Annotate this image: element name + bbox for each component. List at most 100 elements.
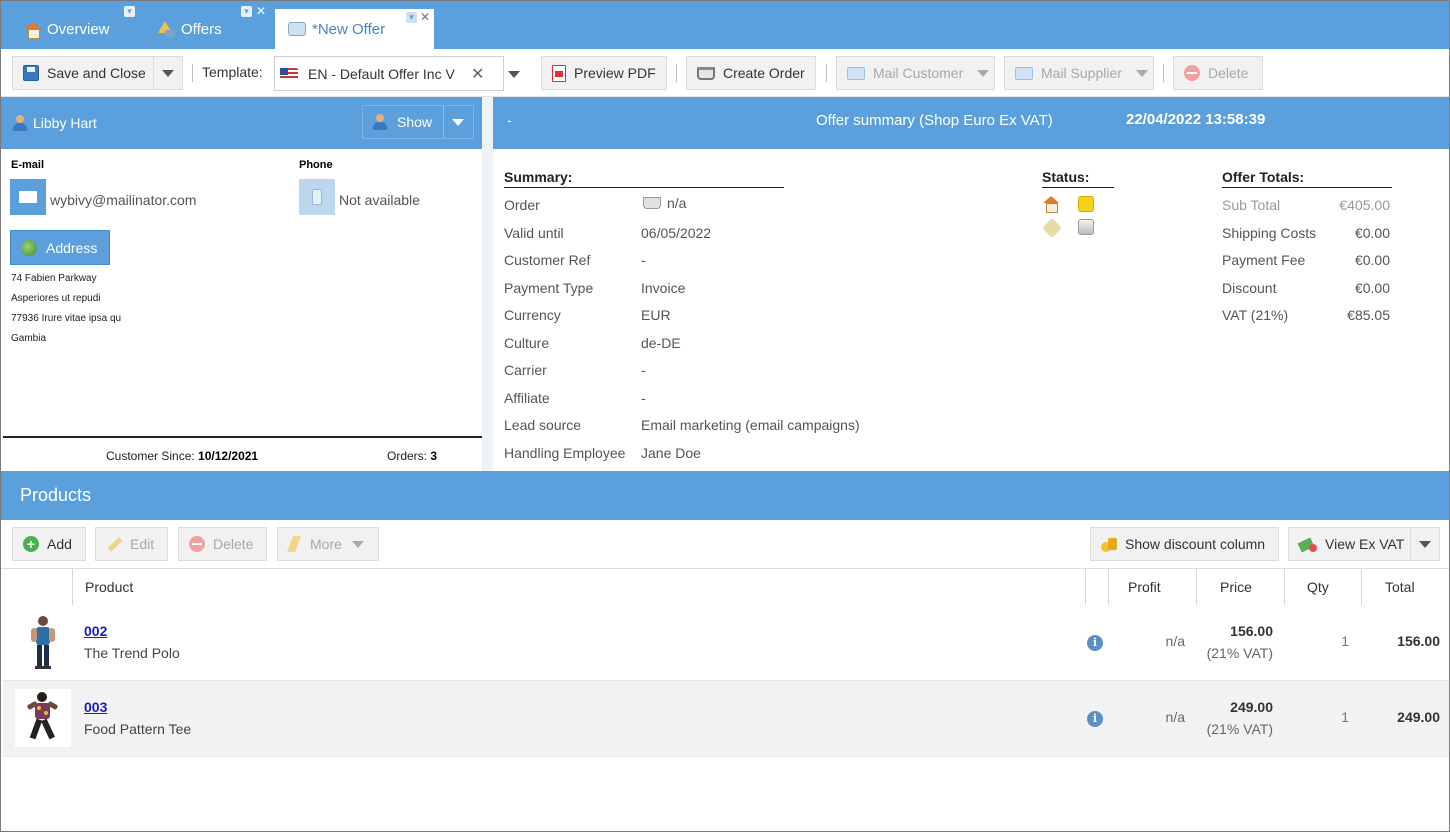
customer-header: Libby Hart Show <box>1 97 482 149</box>
chevron-down-icon <box>1135 69 1148 77</box>
pdf-icon <box>552 64 566 82</box>
customer-since-label: Customer Since: <box>106 449 195 463</box>
address-line: Gambia <box>11 333 47 344</box>
bolt-icon <box>288 536 302 552</box>
column-header-profit[interactable]: Profit <box>1128 579 1161 595</box>
chevron-down-icon[interactable] <box>452 119 464 126</box>
table-row[interactable]: 002 The Trend Polo i n/a 156.00 (21% VAT… <box>3 605 1449 681</box>
product-code-link[interactable]: 003 <box>84 699 107 715</box>
table-row[interactable]: 003 Food Pattern Tee i n/a 249.00 (21% V… <box>3 681 1449 757</box>
tab-offers[interactable]: Offers <box>157 9 222 49</box>
tab-new-offer-label: *New Offer <box>312 20 386 38</box>
address-button[interactable]: Address <box>10 230 110 265</box>
user-icon <box>373 114 387 130</box>
show-discount-column-button[interactable]: Show discount column <box>1090 527 1279 561</box>
status-section-rule <box>1042 187 1114 188</box>
basket-icon <box>643 197 661 209</box>
envelope-icon <box>19 191 37 203</box>
chevron-down-icon <box>162 69 174 77</box>
chevron-down-icon <box>1419 540 1431 548</box>
delete-offer-button[interactable]: Delete <box>1173 56 1263 90</box>
tab-overview-menu-icon[interactable]: ▾ <box>124 6 135 17</box>
summary-key: Culture <box>504 335 550 351</box>
info-icon[interactable]: i <box>1087 635 1103 651</box>
pencil-icon <box>106 536 122 552</box>
show-customer-label: Show <box>397 114 433 130</box>
customer-footer-divider <box>3 436 482 438</box>
summary-key: Affiliate <box>504 390 550 406</box>
edit-product-button[interactable]: Edit <box>95 527 168 561</box>
address-line: Asperiores ut repudi <box>11 293 101 304</box>
tab-bar: Overview ▾ Offers ▾ ✕ *New Offer ▾ ✕ <box>1 1 1449 49</box>
product-total: 249.00 <box>1397 709 1440 725</box>
mail-customer-button[interactable]: Mail Customer <box>836 56 995 90</box>
summary-value: - <box>641 390 646 406</box>
products-title: Products <box>20 485 92 505</box>
tab-new-offer[interactable]: *New Offer ▾ ✕ <box>275 9 434 49</box>
products-toolbar: + Add Edit Delete More Show discount col… <box>1 520 1449 569</box>
create-order-button[interactable]: Create Order <box>686 56 816 90</box>
home-icon <box>1043 196 1059 213</box>
summary-key: Lead source <box>504 417 582 433</box>
more-actions-button[interactable]: More <box>277 527 379 561</box>
tab-offers-close-icon[interactable]: ✕ <box>256 4 266 18</box>
show-customer-button[interactable]: Show <box>362 105 474 139</box>
email-label: E-mail <box>11 159 45 171</box>
column-header-qty[interactable]: Qty <box>1307 579 1329 595</box>
clear-template-icon[interactable]: ✕ <box>471 64 484 84</box>
phone-button[interactable] <box>299 179 335 215</box>
mail-icon <box>847 66 865 80</box>
info-icon[interactable]: i <box>1087 711 1103 727</box>
tab-overview[interactable]: Overview <box>25 9 110 49</box>
total-key: Shipping Costs <box>1222 225 1317 241</box>
customer-orders: Orders: 3 <box>387 449 437 463</box>
product-code-link[interactable]: 002 <box>84 623 107 639</box>
add-product-button[interactable]: + Add <box>12 527 86 561</box>
offer-datetime: 22/04/2022 13:58:39 <box>1126 111 1266 128</box>
save-and-close-button[interactable]: Save and Close <box>12 56 154 90</box>
tab-new-offer-close-icon[interactable]: ✕ <box>420 10 430 24</box>
product-image <box>27 692 58 740</box>
column-header-total[interactable]: Total <box>1385 579 1415 595</box>
customer-email[interactable]: wybivy@mailinator.com <box>50 192 196 208</box>
money-icon <box>1299 536 1317 552</box>
cart-icon <box>697 66 715 80</box>
column-header-price[interactable]: Price <box>1220 579 1252 595</box>
preview-pdf-button[interactable]: Preview PDF <box>541 56 667 90</box>
save-options-dropdown[interactable] <box>153 56 183 90</box>
mail-supplier-button[interactable]: Mail Supplier <box>1004 56 1154 90</box>
grey-status-icon <box>1078 219 1094 235</box>
preview-pdf-label: Preview PDF <box>574 65 656 81</box>
summary-value: EUR <box>641 307 671 323</box>
summary-value: 06/05/2022 <box>641 225 712 241</box>
offer-totals-rule <box>1222 187 1392 188</box>
summary-value: n/a <box>667 195 687 211</box>
chevron-down-icon[interactable] <box>508 71 520 78</box>
view-ex-vat-dropdown[interactable] <box>1410 527 1440 561</box>
product-thumbnail[interactable] <box>15 613 71 671</box>
offers-icon <box>157 21 175 37</box>
email-button[interactable] <box>10 179 46 215</box>
product-total: 156.00 <box>1397 633 1440 649</box>
tab-offers-menu-icon[interactable]: ▾ <box>241 6 252 17</box>
more-actions-label: More <box>310 536 342 552</box>
template-select[interactable]: EN - Default Offer Inc V ✕ <box>274 56 520 91</box>
add-product-label: Add <box>47 536 72 552</box>
product-thumbnail[interactable] <box>15 689 71 747</box>
offer-summary-header: - Offer summary (Shop Euro Ex VAT) 22/04… <box>493 97 1449 149</box>
toolbar-divider <box>676 64 677 82</box>
summary-key: Currency <box>504 307 561 323</box>
edit-product-label: Edit <box>130 536 155 552</box>
toolbar-divider <box>826 64 827 82</box>
toolbar-divider <box>1163 64 1164 82</box>
panel-divider <box>482 97 493 471</box>
offer-summary-title: Offer summary (Shop Euro Ex VAT) <box>816 112 1053 129</box>
save-and-close-label: Save and Close <box>47 65 146 81</box>
show-discount-column-label: Show discount column <box>1125 536 1266 552</box>
coins-icon <box>1101 536 1117 552</box>
summary-key: Payment Type <box>504 280 594 296</box>
delete-product-button[interactable]: Delete <box>178 527 267 561</box>
column-header-product[interactable]: Product <box>85 579 133 595</box>
view-ex-vat-button[interactable]: View Ex VAT <box>1288 527 1411 561</box>
tab-new-offer-menu-icon[interactable]: ▾ <box>406 12 417 23</box>
